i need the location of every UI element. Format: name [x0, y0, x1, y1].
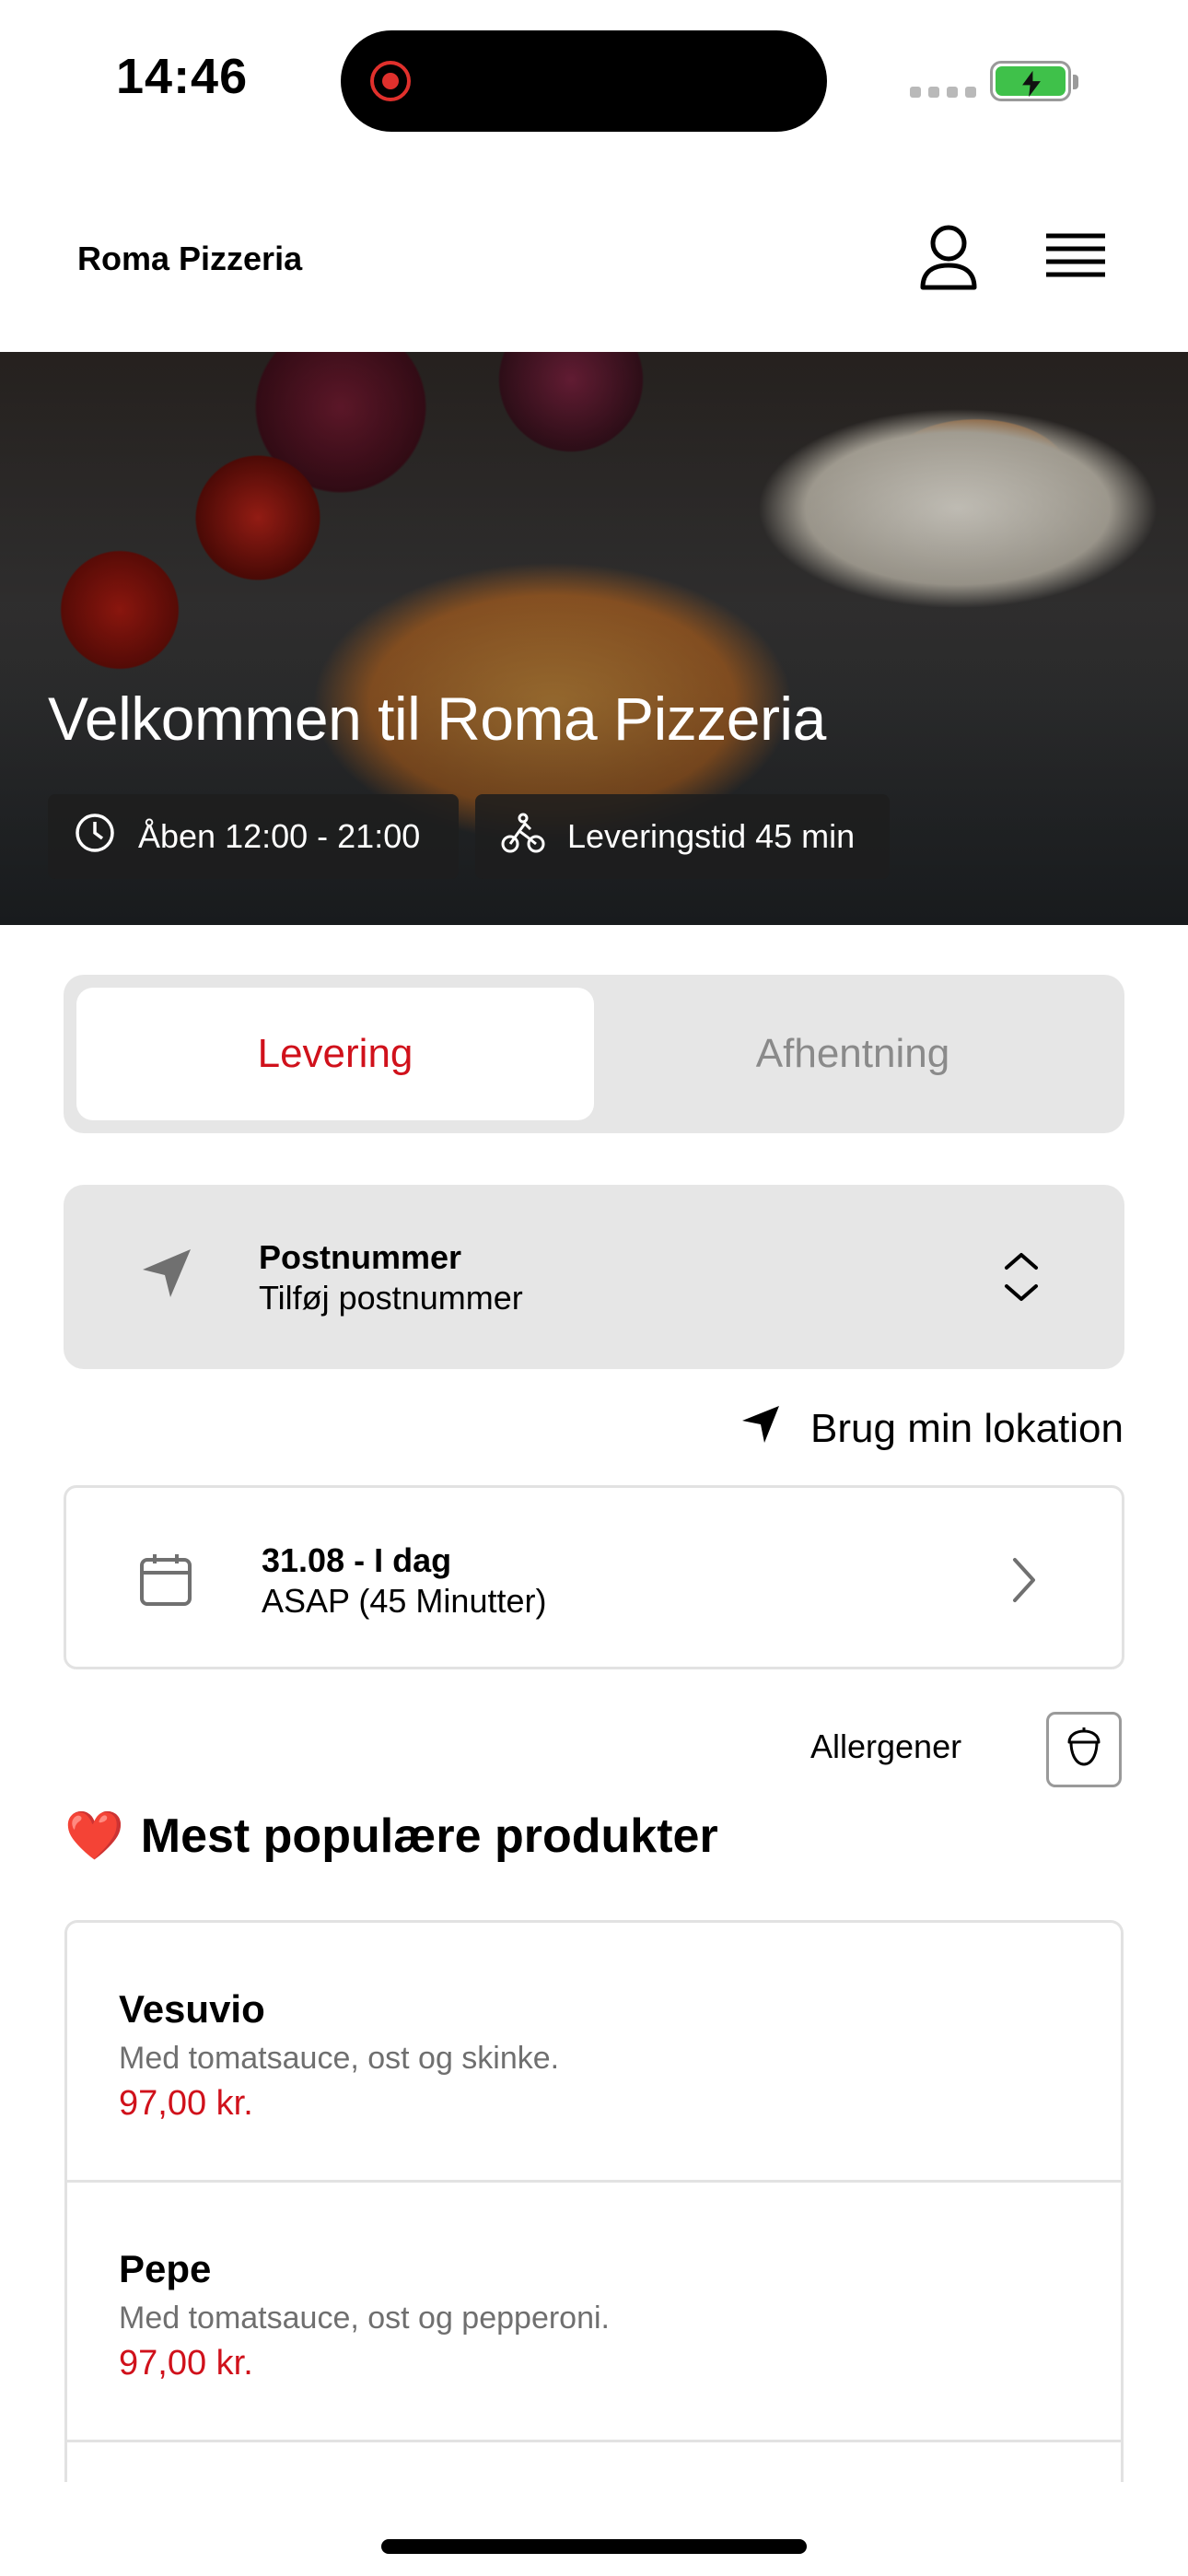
schedule-time: ASAP (45 Minutter) — [262, 1582, 547, 1620]
status-time: 14:46 — [116, 49, 249, 104]
hero-title: Velkommen til Roma Pizzeria — [48, 685, 826, 753]
chevron-right-icon — [1006, 1552, 1042, 1612]
hero-banner: Velkommen til Roma Pizzeria Åben 12:00 -… — [0, 352, 1188, 925]
allergens-label: Allergener — [810, 1727, 962, 1765]
record-icon — [370, 61, 411, 101]
opening-hours-chip: Åben 12:00 - 21:00 — [48, 794, 459, 879]
clock-icon — [74, 812, 116, 862]
product-description: Med tomatsauce, ost og skinke. — [119, 2041, 560, 2076]
allergens-button[interactable] — [1046, 1712, 1122, 1787]
battery-icon — [990, 61, 1078, 101]
product-name: Pepe — [119, 2247, 212, 2290]
navigation-arrow-icon — [739, 1402, 783, 1457]
opening-hours-text: Åben 12:00 - 21:00 — [138, 817, 421, 855]
product-name: Vesuvio — [119, 1987, 265, 2031]
popular-products-heading: ❤️ Mest populære produkter — [64, 1808, 718, 1864]
signal-icon — [910, 87, 976, 98]
delivery-time-chip: Leveringstid 45 min — [475, 794, 890, 879]
heart-icon: ❤️ — [64, 1809, 124, 1863]
tab-delivery[interactable]: Levering — [76, 988, 594, 1120]
use-location-button[interactable]: Brug min lokation — [718, 1399, 1124, 1459]
popular-products-title: Mest populære produkter — [140, 1809, 718, 1863]
stepper-icon — [1001, 1247, 1042, 1311]
tab-pickup[interactable]: Afhentning — [594, 988, 1112, 1120]
postcode-label: Postnummer — [259, 1238, 462, 1276]
allergen-icon — [1066, 1727, 1102, 1773]
home-indicator[interactable] — [381, 2539, 807, 2554]
calendar-icon — [136, 1551, 195, 1614]
brand-name[interactable]: Roma Pizzeria — [77, 240, 302, 278]
dynamic-island — [341, 30, 827, 132]
delivery-time-text: Leveringstid 45 min — [567, 817, 856, 855]
product-price: 97,00 kr. — [119, 2084, 253, 2123]
delivery-time-selector[interactable]: 31.08 - I dag ASAP (45 Minutter) — [64, 1485, 1124, 1669]
product-item[interactable]: Pepe Med tomatsauce, ost og pepperoni. 9… — [67, 2183, 1121, 2442]
schedule-date: 31.08 - I dag — [262, 1541, 452, 1579]
app-header: Roma Pizzeria — [0, 175, 1188, 352]
product-list: Vesuvio Med tomatsauce, ost og skinke. 9… — [64, 1920, 1124, 2482]
navigation-arrow-icon — [137, 1244, 196, 1307]
bike-icon — [501, 811, 545, 863]
product-description: Med tomatsauce, ost og pepperoni. — [119, 2301, 610, 2336]
menu-icon[interactable] — [1039, 221, 1112, 295]
use-location-label: Brug min lokation — [810, 1406, 1124, 1451]
postcode-input[interactable]: Tilføj postnummer — [259, 1279, 523, 1317]
product-item[interactable]: Vesuvio Med tomatsauce, ost og skinke. 9… — [67, 1923, 1121, 2183]
postcode-selector[interactable]: Postnummer Tilføj postnummer — [64, 1185, 1124, 1369]
status-bar: 14:46 — [0, 0, 1188, 157]
product-price: 97,00 kr. — [119, 2344, 253, 2383]
order-mode-toggle: Levering Afhentning — [64, 975, 1124, 1133]
user-icon[interactable] — [912, 221, 985, 295]
